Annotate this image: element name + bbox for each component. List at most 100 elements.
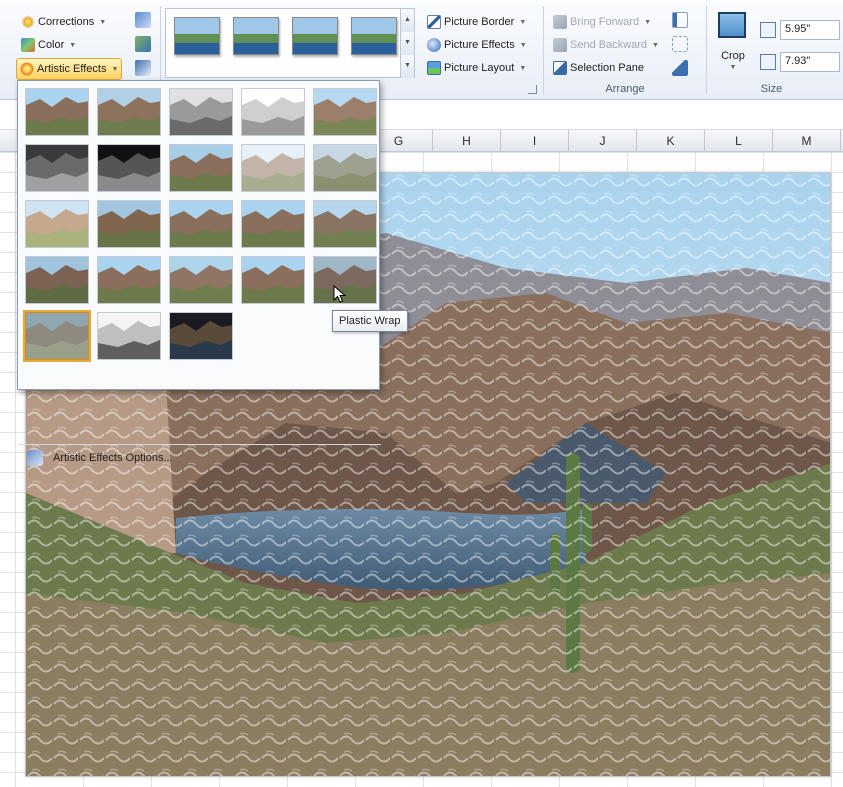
size-group-label: Size	[760, 83, 783, 95]
effects-options-icon	[27, 450, 43, 466]
gallery-scroll-up[interactable]: ▲	[400, 9, 414, 32]
chevron-down-icon: ▼	[99, 18, 107, 26]
artistic-effect-thumb[interactable]	[241, 200, 305, 248]
artistic-effect-thumb[interactable]	[97, 144, 161, 192]
column-header[interactable]: H	[433, 130, 501, 152]
effect-preview-image	[170, 89, 232, 135]
picture-style-thumb[interactable]	[292, 17, 338, 55]
picture-styles-dialog-launcher[interactable]	[528, 85, 537, 94]
artistic-effects-options-item[interactable]: Artistic Effects Options...	[22, 447, 376, 469]
group-separator	[706, 6, 707, 94]
bring-forward-button[interactable]: Bring Forward ▼	[550, 12, 654, 32]
picture-effects-button[interactable]: Picture Effects ▼	[424, 35, 530, 55]
change-picture-icon[interactable]	[135, 36, 151, 52]
chevron-down-icon: ▼	[519, 64, 527, 72]
artistic-effect-thumb[interactable]	[25, 256, 89, 304]
corrections-icon	[21, 15, 35, 29]
chevron-down-icon: ▼	[519, 18, 527, 26]
picture-style-thumb[interactable]	[174, 17, 220, 55]
column-header[interactable]: J	[569, 130, 637, 152]
picture-styles-gallery[interactable]: ▲ ▼ ▼	[165, 8, 415, 78]
effect-preview-image	[242, 257, 304, 303]
reset-picture-icon[interactable]	[135, 60, 151, 76]
corrections-button[interactable]: Corrections ▼	[18, 12, 109, 32]
artistic-effect-thumb[interactable]	[169, 200, 233, 248]
effect-preview-image	[26, 201, 88, 247]
artistic-effect-thumb[interactable]	[313, 144, 377, 192]
effect-preview-image	[98, 313, 160, 359]
picture-effects-icon	[427, 38, 441, 52]
column-header[interactable]: I	[501, 130, 569, 152]
picture-style-thumb[interactable]	[351, 17, 397, 55]
effect-preview-image	[98, 201, 160, 247]
picture-layout-label: Picture Layout	[444, 62, 515, 74]
artistic-effect-thumb[interactable]	[313, 200, 377, 248]
artistic-effects-button[interactable]: Artistic Effects ▼	[16, 58, 123, 80]
effect-preview-image	[98, 145, 160, 191]
artistic-effect-thumb[interactable]	[97, 312, 161, 360]
column-header[interactable]: M	[773, 130, 841, 152]
effect-preview-image	[26, 257, 88, 303]
artistic-effect-thumb[interactable]	[313, 88, 377, 136]
corrections-label: Corrections	[38, 16, 95, 28]
picture-layout-button[interactable]: Picture Layout ▼	[424, 58, 529, 78]
bring-forward-icon	[553, 15, 567, 29]
effect-preview-image	[314, 201, 376, 247]
mouse-cursor-icon	[333, 285, 347, 303]
rotate-icon[interactable]	[672, 60, 688, 76]
artistic-effect-thumb[interactable]	[25, 200, 89, 248]
group-separator	[543, 6, 544, 94]
send-backward-button[interactable]: Send Backward ▼	[550, 35, 662, 55]
effect-preview-image	[170, 257, 232, 303]
effect-preview-image	[170, 313, 232, 359]
effect-preview-image	[26, 145, 88, 191]
shape-width-icon	[760, 54, 776, 70]
artistic-effect-thumb[interactable]	[241, 88, 305, 136]
selection-pane-button[interactable]: Selection Pane	[550, 58, 647, 78]
picture-border-label: Picture Border	[444, 16, 515, 28]
align-icon[interactable]	[672, 12, 688, 28]
column-header[interactable]: L	[705, 130, 773, 152]
artistic-effect-thumb[interactable]	[97, 256, 161, 304]
shape-height-icon	[760, 22, 776, 38]
artistic-effect-thumb[interactable]	[97, 200, 161, 248]
picture-style-thumb[interactable]	[233, 17, 279, 55]
color-label: Color	[38, 39, 65, 51]
artistic-effect-thumb[interactable]	[169, 256, 233, 304]
chevron-down-icon: ▼	[111, 65, 119, 73]
picture-layout-icon	[427, 61, 441, 75]
compress-pictures-icon[interactable]	[135, 12, 151, 28]
arrange-group-label: Arrange	[605, 83, 645, 95]
selection-pane-label: Selection Pane	[570, 62, 644, 74]
picture-border-button[interactable]: Picture Border ▼	[424, 12, 529, 32]
effect-preview-image	[170, 201, 232, 247]
crop-button[interactable]: Crop ▼	[714, 10, 752, 80]
effect-preview-image	[98, 89, 160, 135]
artistic-effect-thumb[interactable]	[25, 144, 89, 192]
gallery-more-button[interactable]: ▼	[400, 55, 414, 78]
artistic-effects-menu: Artistic Effects Options...	[17, 80, 381, 466]
send-backward-icon	[553, 38, 567, 52]
artistic-effect-thumb[interactable]	[169, 88, 233, 136]
effect-preview-image	[98, 257, 160, 303]
width-input[interactable]: 7.93"	[780, 52, 840, 72]
group-objects-icon[interactable]	[672, 36, 688, 52]
height-input[interactable]: 5.95"	[780, 20, 840, 40]
artistic-effect-thumb[interactable]	[241, 144, 305, 192]
chevron-down-icon: ▼	[729, 64, 737, 71]
picture-effects-label: Picture Effects	[444, 39, 515, 51]
color-button[interactable]: Color ▼	[18, 35, 79, 55]
artistic-effect-thumb[interactable]	[241, 256, 305, 304]
gallery-scroll-down[interactable]: ▼	[400, 32, 414, 55]
column-header[interactable]: K	[637, 130, 705, 152]
crop-label: Crop	[721, 50, 745, 62]
chevron-down-icon: ▼	[652, 41, 659, 49]
artistic-effect-thumb[interactable]	[169, 144, 233, 192]
artistic-effect-thumb[interactable]	[97, 88, 161, 136]
artistic-effect-thumb[interactable]	[25, 88, 89, 136]
chevron-down-icon: ▼	[69, 41, 77, 49]
artistic-effect-thumb[interactable]	[23, 310, 91, 362]
menu-separator	[18, 444, 381, 445]
artistic-effect-thumb[interactable]	[169, 312, 233, 360]
selection-pane-icon	[553, 61, 567, 75]
